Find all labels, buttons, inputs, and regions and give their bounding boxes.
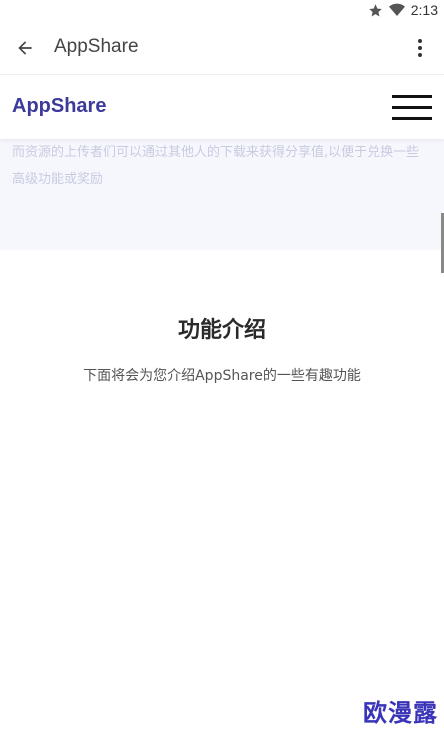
status-bar: 2:13 bbox=[0, 0, 444, 22]
hamburger-menu-icon bbox=[392, 95, 432, 98]
hamburger-line bbox=[392, 117, 432, 120]
back-button[interactable] bbox=[12, 35, 38, 61]
more-options-button[interactable] bbox=[408, 34, 432, 62]
hero-section: 而资源的上传者们可以通过其他人的下载来获得分享值,以便于兑换一些高级功能或奖励 bbox=[0, 139, 444, 250]
toolbar-title: AppShare bbox=[54, 36, 139, 57]
status-time: 2:13 bbox=[410, 2, 438, 18]
star-icon bbox=[369, 3, 382, 16]
site-brand[interactable]: AppShare bbox=[12, 95, 106, 118]
app-toolbar: AppShare bbox=[0, 22, 444, 75]
hamburger-line bbox=[392, 106, 432, 109]
features-subtitle: 下面将会为您介绍AppShare的一些有趣功能 bbox=[83, 368, 361, 384]
hero-description: 而资源的上传者们可以通过其他人的下载来获得分享值,以便于兑换一些高级功能或奖励 bbox=[12, 145, 420, 187]
hamburger-menu-button[interactable] bbox=[392, 95, 432, 121]
more-vert-icon-dot bbox=[418, 53, 422, 57]
wifi-icon bbox=[388, 3, 405, 16]
site-header: AppShare bbox=[0, 75, 444, 139]
arrow-left-icon bbox=[18, 41, 32, 55]
features-heading: 功能介绍 bbox=[177, 318, 266, 343]
watermark: 欧漫露 bbox=[363, 699, 438, 727]
status-icons: 2:13 bbox=[368, 2, 438, 18]
more-vert-icon bbox=[418, 39, 422, 43]
more-vert-icon-dot bbox=[418, 46, 422, 50]
